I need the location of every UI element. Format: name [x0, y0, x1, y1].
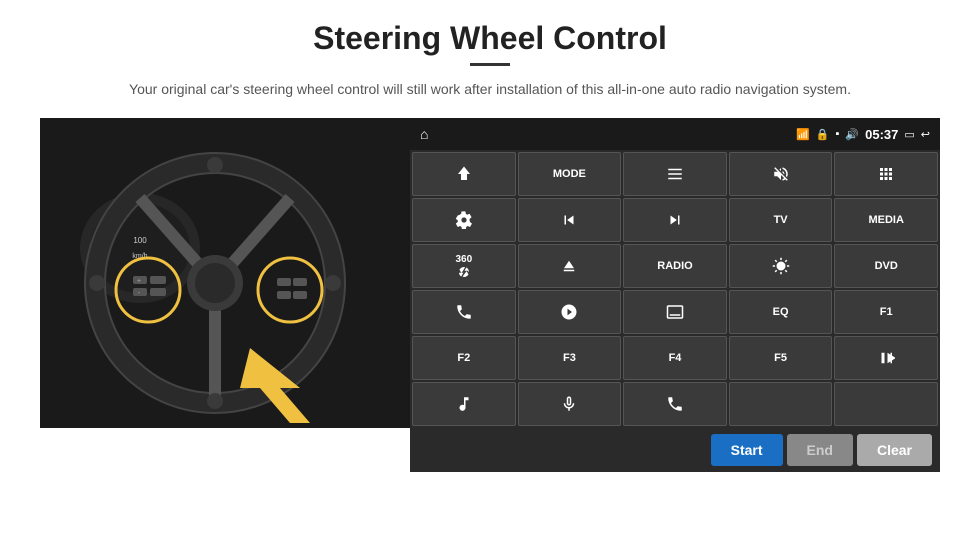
- home-icon[interactable]: ⌂: [420, 126, 428, 142]
- music-btn[interactable]: [412, 382, 516, 426]
- f2-btn[interactable]: F2: [412, 336, 516, 380]
- eject-btn[interactable]: [518, 244, 622, 288]
- nav-btn[interactable]: [412, 152, 516, 196]
- navi-btn[interactable]: [518, 290, 622, 334]
- status-time: 05:37: [865, 127, 898, 142]
- button-grid: MODE TV: [410, 150, 940, 428]
- cam-label: 360: [455, 254, 472, 265]
- f5-btn[interactable]: F5: [729, 336, 833, 380]
- back-icon[interactable]: ↩: [921, 128, 930, 141]
- screen-btn[interactable]: [623, 290, 727, 334]
- end-button[interactable]: End: [787, 434, 853, 466]
- sd-icon: ▪: [836, 128, 840, 140]
- lock-icon: 🔒: [816, 128, 830, 141]
- media-btn[interactable]: MEDIA: [834, 198, 938, 242]
- title-divider: [470, 63, 510, 66]
- settings-btn[interactable]: [412, 198, 516, 242]
- mute-btn[interactable]: [729, 152, 833, 196]
- apps-btn[interactable]: [834, 152, 938, 196]
- wifi-icon: 📶: [796, 128, 810, 141]
- phone-btn[interactable]: [412, 290, 516, 334]
- bt-icon: 🔊: [845, 128, 859, 141]
- prev-btn[interactable]: [518, 198, 622, 242]
- empty2-btn: [834, 382, 938, 426]
- f3-btn[interactable]: F3: [518, 336, 622, 380]
- playpause-btn[interactable]: [834, 336, 938, 380]
- next-btn[interactable]: [623, 198, 727, 242]
- screen-icon: ▭: [904, 128, 914, 141]
- radio-btn[interactable]: RADIO: [623, 244, 727, 288]
- steering-wheel-image: 100 km/h + -: [40, 118, 410, 428]
- f1-btn[interactable]: F1: [834, 290, 938, 334]
- page-title: Steering Wheel Control: [313, 20, 667, 57]
- f4-btn[interactable]: F4: [623, 336, 727, 380]
- mode-btn[interactable]: MODE: [518, 152, 622, 196]
- control-panel: ⌂ 📶 🔒 ▪ 🔊 05:37 ▭ ↩ MODE: [410, 118, 940, 472]
- svg-text:+: +: [137, 278, 141, 285]
- svg-text:100: 100: [133, 236, 147, 245]
- status-bar: ⌂ 📶 🔒 ▪ 🔊 05:37 ▭ ↩: [410, 118, 940, 150]
- call-btn[interactable]: [623, 382, 727, 426]
- tv-btn[interactable]: TV: [729, 198, 833, 242]
- dvd-btn[interactable]: DVD: [834, 244, 938, 288]
- mic-btn[interactable]: [518, 382, 622, 426]
- empty1-btn: [729, 382, 833, 426]
- brightness-btn[interactable]: [729, 244, 833, 288]
- eq-btn[interactable]: EQ: [729, 290, 833, 334]
- list-btn[interactable]: [623, 152, 727, 196]
- clear-button[interactable]: Clear: [857, 434, 932, 466]
- page-subtitle: Your original car's steering wheel contr…: [129, 78, 851, 100]
- action-bar: Start End Clear: [410, 428, 940, 472]
- cam360-btn[interactable]: 360: [412, 244, 516, 288]
- start-button[interactable]: Start: [711, 434, 783, 466]
